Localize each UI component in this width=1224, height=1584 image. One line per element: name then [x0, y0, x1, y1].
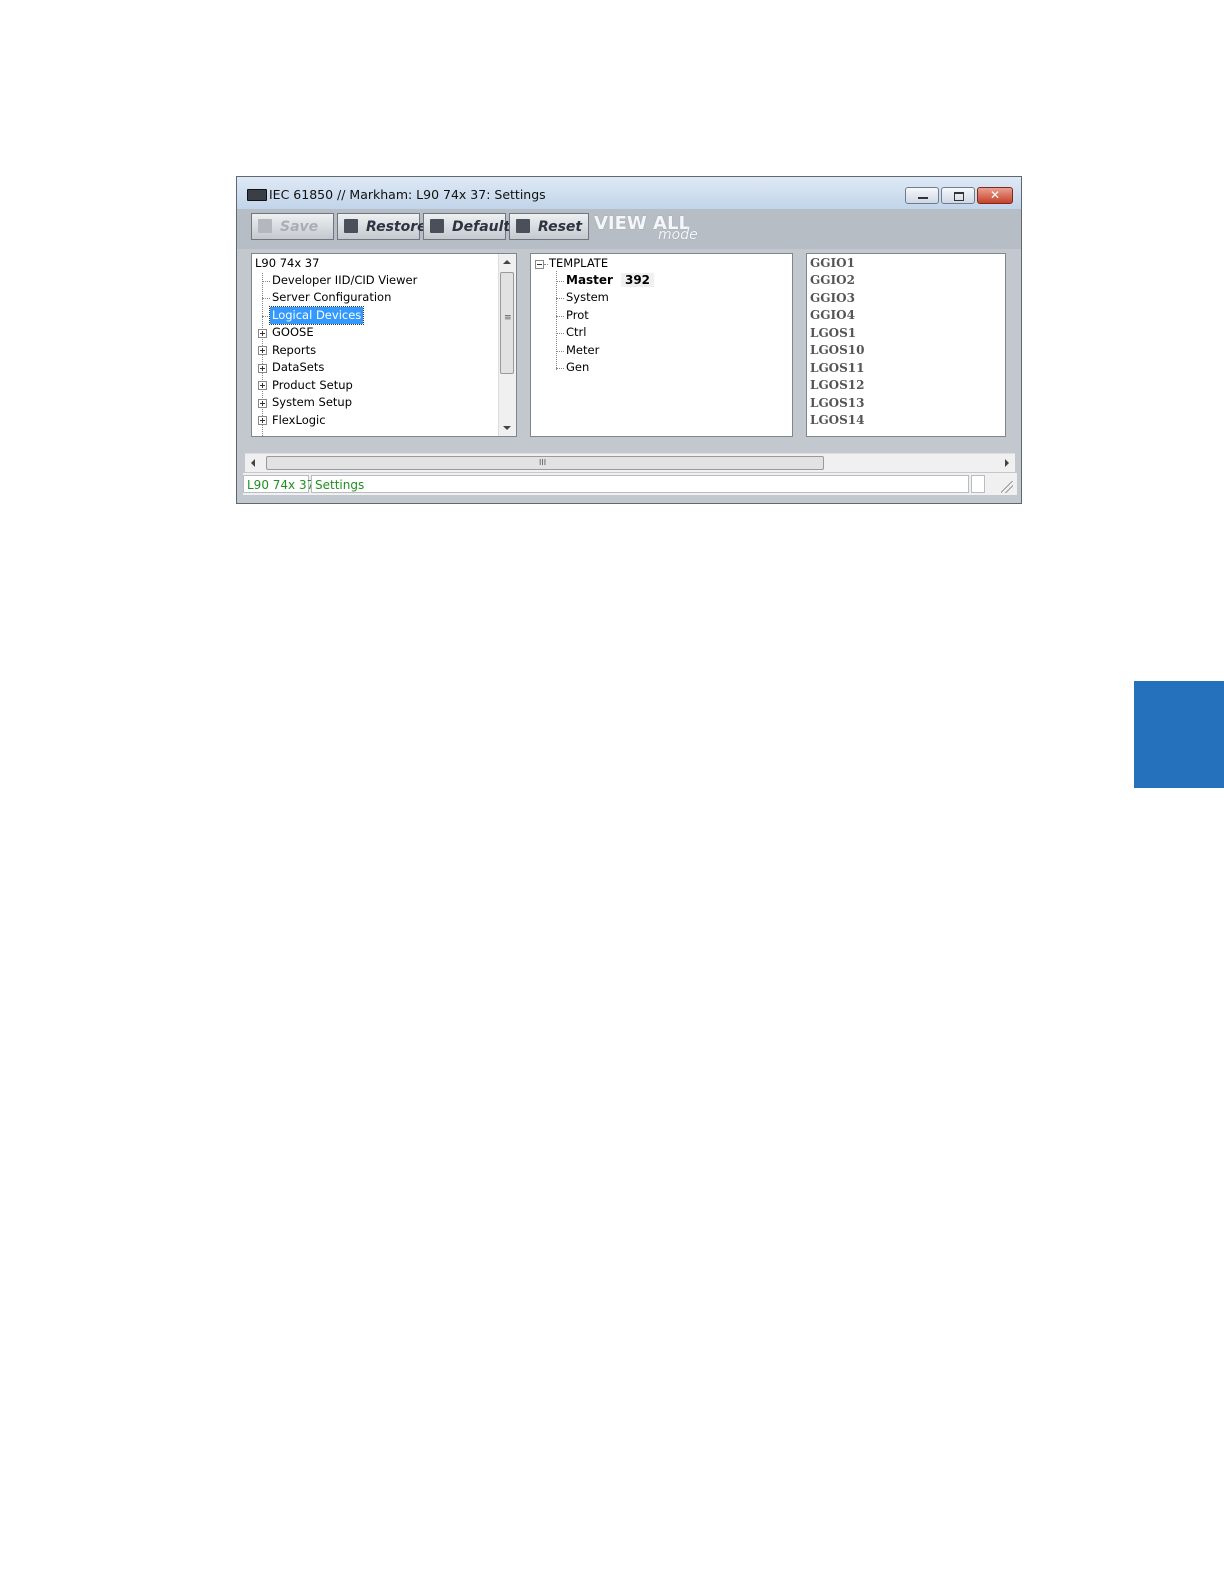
- expand-icon[interactable]: [258, 346, 267, 355]
- navigation-tree[interactable]: L90 74x 37 Developer IID/CID Viewer Serv…: [251, 253, 517, 437]
- save-label: Save: [280, 219, 319, 235]
- list-item[interactable]: LGOS13: [810, 395, 865, 412]
- minimize-button[interactable]: [905, 187, 939, 204]
- list-item[interactable]: GGIO3: [810, 290, 855, 307]
- expand-icon[interactable]: [258, 381, 267, 390]
- tree-item-datasets[interactable]: DataSets: [272, 359, 324, 376]
- restore-button[interactable]: Restore: [337, 213, 427, 240]
- tree-connector: [556, 368, 564, 369]
- list-item[interactable]: GGIO1: [810, 255, 855, 272]
- tree-item-meter[interactable]: Meter: [566, 342, 599, 359]
- logical-node-list[interactable]: GGIO1 GGIO2 GGIO3 GGIO4 LGOS1 LGOS10 LGO…: [806, 253, 1006, 437]
- master-count: 392: [620, 273, 655, 287]
- resize-grip-icon[interactable]: [1001, 481, 1013, 493]
- list-item[interactable]: LGOS12: [810, 377, 865, 394]
- tree-item-prot[interactable]: Prot: [566, 307, 589, 324]
- status-mode: Settings: [311, 475, 969, 493]
- tree-item-master[interactable]: Master 392: [566, 272, 655, 289]
- tree-connector: [556, 298, 564, 299]
- list-item[interactable]: LGOS14: [810, 412, 865, 429]
- tree-item-flexlogic[interactable]: FlexLogic: [272, 412, 326, 429]
- status-bar: L90 74x 37 Settings: [243, 473, 1017, 495]
- status-empty-cell: [971, 475, 985, 493]
- close-button[interactable]: ✕: [977, 187, 1013, 204]
- settings-window: IEC 61850 // Markham: L90 74x 37: Settin…: [236, 176, 1022, 504]
- window-title: IEC 61850 // Markham: L90 74x 37: Settin…: [269, 187, 546, 202]
- default-label: Default: [452, 219, 511, 235]
- tree-item-product-setup[interactable]: Product Setup: [272, 377, 353, 394]
- maximize-button[interactable]: [941, 187, 975, 204]
- minimize-icon: [918, 197, 928, 199]
- scroll-thumb[interactable]: [266, 456, 824, 470]
- expand-icon[interactable]: [258, 364, 267, 373]
- scroll-down-icon[interactable]: [503, 426, 511, 430]
- app-window-icon: [247, 189, 267, 201]
- tree-item-server-configuration[interactable]: Server Configuration: [272, 289, 391, 306]
- maximize-icon: [954, 192, 964, 201]
- list-item[interactable]: LGOS1: [810, 325, 856, 342]
- tree-connector: [556, 351, 564, 352]
- tree-connector: [556, 333, 564, 334]
- tree-connector: [556, 316, 564, 317]
- left-vertical-scrollbar[interactable]: [498, 254, 516, 436]
- reset-icon: [516, 219, 530, 233]
- restore-label: Restore: [366, 219, 427, 235]
- list-item[interactable]: GGIO4: [810, 307, 855, 324]
- view-mode-label: mode: [658, 227, 698, 243]
- tree-connector: [262, 298, 270, 299]
- tree-item-gen[interactable]: Gen: [566, 359, 589, 376]
- tree-item-ctrl[interactable]: Ctrl: [566, 324, 586, 341]
- list-item[interactable]: LGOS10: [810, 342, 865, 359]
- toolbar: Save Restore Default Reset VIEW ALL mode: [237, 209, 1021, 249]
- expand-icon[interactable]: [258, 399, 267, 408]
- tree-item-developer-viewer[interactable]: Developer IID/CID Viewer: [272, 272, 417, 289]
- tree-connector: [544, 264, 548, 265]
- tree-item-reports[interactable]: Reports: [272, 342, 316, 359]
- tree-item-system-setup[interactable]: System Setup: [272, 394, 352, 411]
- tree-guide-line: [556, 271, 557, 370]
- reset-label: Reset: [538, 219, 583, 235]
- save-icon: [258, 219, 272, 233]
- title-bar[interactable]: IEC 61850 // Markham: L90 74x 37: Settin…: [237, 177, 1021, 209]
- list-item[interactable]: GGIO2: [810, 272, 855, 289]
- master-label: Master: [566, 273, 613, 287]
- scroll-right-icon[interactable]: [1005, 459, 1009, 467]
- expand-icon[interactable]: [258, 329, 267, 338]
- tree-root-template[interactable]: TEMPLATE: [549, 255, 608, 272]
- default-button[interactable]: Default: [423, 213, 510, 240]
- reset-button[interactable]: Reset: [509, 213, 589, 240]
- scroll-thumb[interactable]: [500, 272, 514, 374]
- status-device: L90 74x 37: [243, 475, 314, 493]
- restore-icon: [344, 219, 358, 233]
- tree-item-goose[interactable]: GOOSE: [272, 324, 314, 341]
- tree-connector: [556, 281, 564, 282]
- default-icon: [430, 219, 444, 233]
- tree-root[interactable]: L90 74x 37: [255, 255, 319, 272]
- tree-connector: [262, 281, 270, 282]
- save-button[interactable]: Save: [251, 213, 334, 240]
- scroll-left-icon[interactable]: [251, 459, 255, 467]
- expand-icon[interactable]: [258, 416, 267, 425]
- scroll-up-icon[interactable]: [503, 260, 511, 264]
- list-item[interactable]: LGOS11: [810, 360, 865, 377]
- close-icon: ✕: [989, 188, 1001, 202]
- tree-item-logical-devices[interactable]: Logical Devices: [268, 306, 365, 325]
- tree-connector: [262, 316, 270, 317]
- horizontal-scrollbar[interactable]: [245, 453, 1015, 472]
- logical-device-tree[interactable]: TEMPLATE Master 392 System Prot Ctrl Mete…: [530, 253, 793, 437]
- chapter-side-tab: [1134, 681, 1224, 788]
- tree-item-system[interactable]: System: [566, 289, 609, 306]
- collapse-icon[interactable]: [535, 260, 544, 269]
